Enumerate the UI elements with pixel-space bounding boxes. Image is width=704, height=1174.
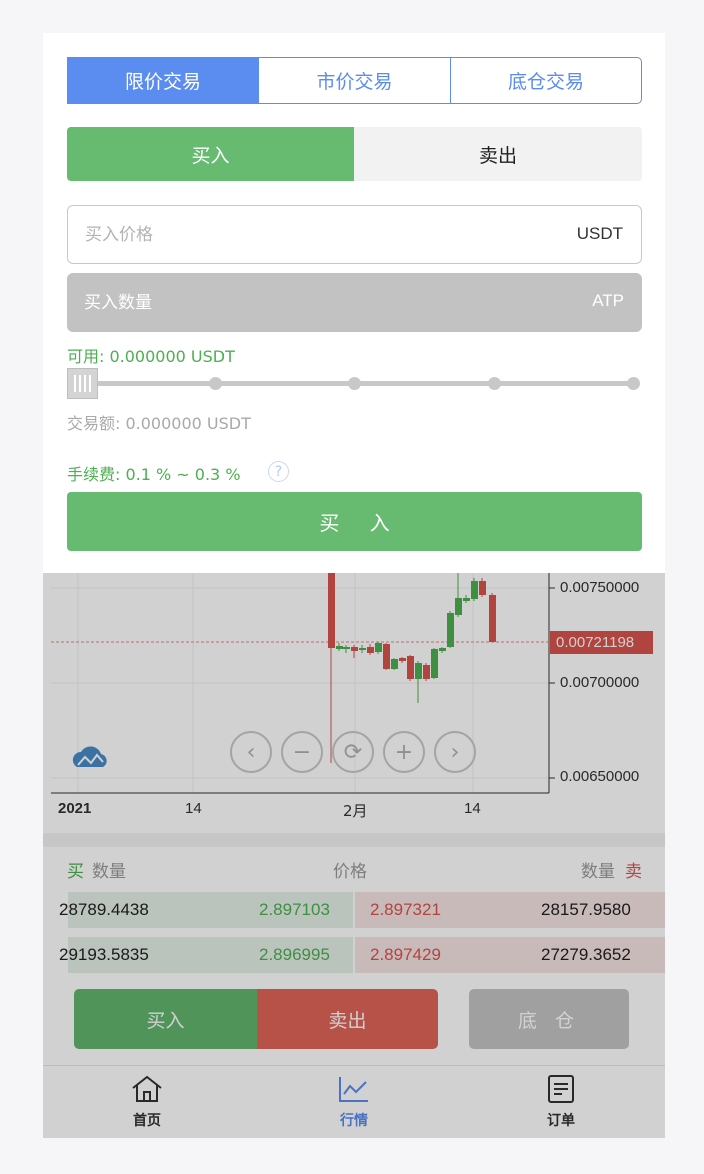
tab-market-order[interactable]: 市价交易 bbox=[258, 57, 451, 104]
confirm-buy-button[interactable]: 买 入 bbox=[67, 492, 642, 551]
modal-backdrop[interactable] bbox=[43, 573, 665, 1138]
amount-field: ATP bbox=[67, 273, 642, 332]
tab-limit-order[interactable]: 限价交易 bbox=[67, 57, 259, 104]
slider-handle[interactable] bbox=[67, 368, 98, 399]
tab-base-order[interactable]: 底仓交易 bbox=[450, 57, 642, 104]
slider-stop-25[interactable] bbox=[209, 377, 222, 390]
amount-input[interactable] bbox=[67, 273, 642, 332]
slider-stop-75[interactable] bbox=[488, 377, 501, 390]
available-balance: 可用: 0.000000 USDT bbox=[67, 347, 235, 366]
slider-stop-100[interactable] bbox=[627, 377, 640, 390]
price-unit: USDT bbox=[576, 224, 623, 243]
price-field: USDT bbox=[67, 205, 642, 264]
app-frame: 0.00750000 0.00700000 0.00650000 0.00721… bbox=[43, 33, 665, 1138]
amount-unit: ATP bbox=[592, 291, 624, 310]
side-sell-button[interactable]: 卖出 bbox=[354, 127, 642, 181]
trade-panel: 限价交易 市价交易 底仓交易 买入 卖出 USDT ATP 可用: 0.0000… bbox=[43, 33, 665, 573]
slider-stop-50[interactable] bbox=[348, 377, 361, 390]
price-input[interactable] bbox=[68, 206, 641, 263]
fee-rate: 手续费: 0.1 % ~ 0.3 % bbox=[67, 465, 241, 484]
help-icon[interactable]: ? bbox=[268, 461, 289, 482]
side-buy-button[interactable]: 买入 bbox=[67, 127, 354, 181]
trade-amount: 交易额: 0.000000 USDT bbox=[67, 414, 251, 433]
